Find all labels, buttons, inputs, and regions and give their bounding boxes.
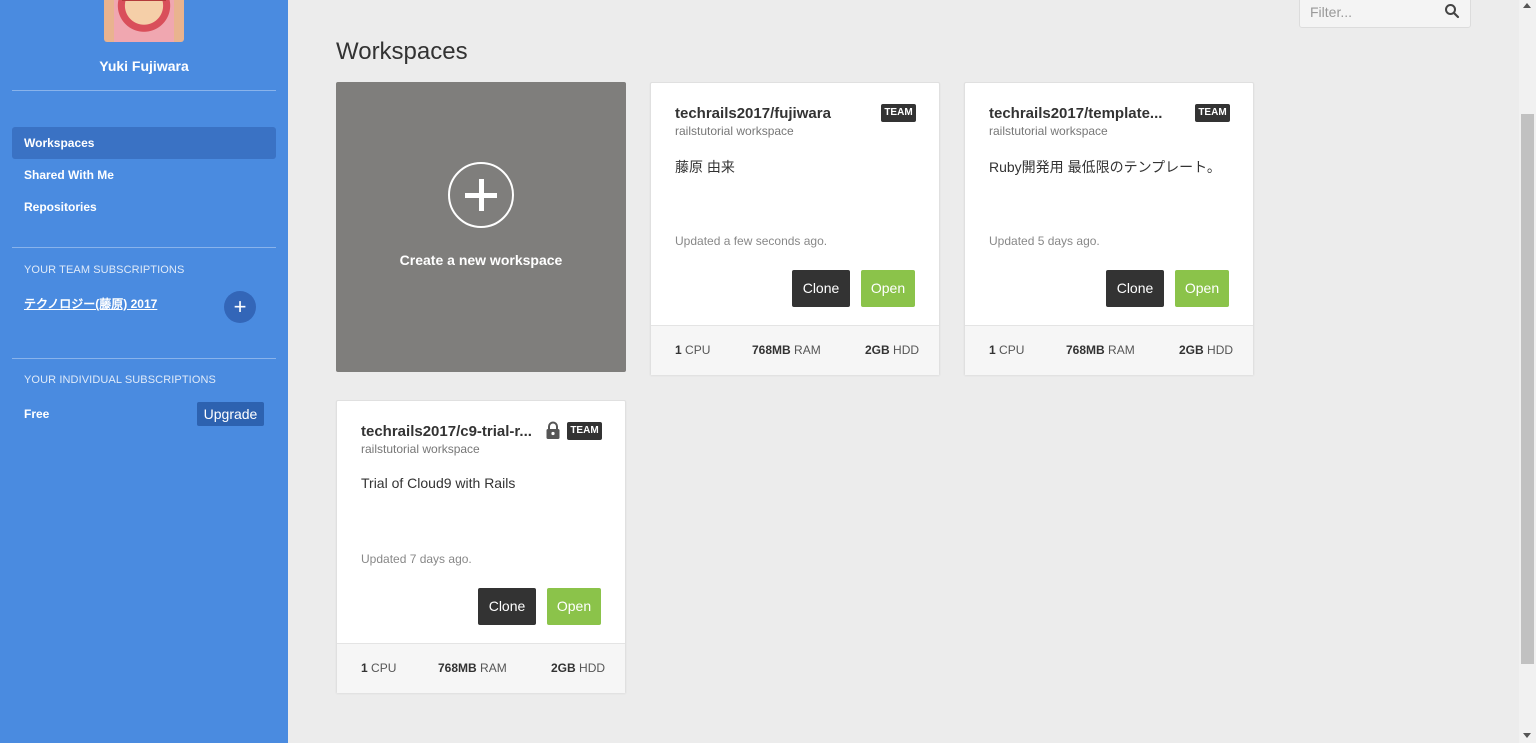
workspace-specs: 1 CPU 768MB RAM 2GB HDD (965, 325, 1253, 375)
plus-icon: + (233, 294, 247, 319)
ram-spec: 768MB RAM (438, 661, 507, 675)
page-scrollbar[interactable] (1519, 0, 1536, 743)
username[interactable]: Yuki Fujiwara (0, 58, 288, 74)
workspace-description: 藤原 由来 (675, 159, 735, 175)
hdd-spec: 2GB HDD (1179, 343, 1234, 357)
workspace-description: Ruby開発用 最低限のテンプレート。 (989, 159, 1221, 175)
sidebar-item-shared-with-me[interactable]: Shared With Me (12, 159, 276, 191)
cpu-spec: 1 CPU (675, 343, 711, 357)
upgrade-button[interactable]: Upgrade (197, 402, 264, 426)
sidebar-item-repositories[interactable]: Repositories (12, 191, 276, 223)
create-workspace-label: Create a new workspace (399, 252, 563, 268)
sidebar: Yuki Fujiwara Workspaces Shared With Me … (0, 0, 288, 743)
plan-name: Free (24, 407, 50, 421)
scrollbar-thumb[interactable] (1521, 114, 1534, 664)
team-subscription-link[interactable]: テクノロジー(藤原) 2017 (24, 295, 157, 312)
cpu-spec: 1 CPU (989, 343, 1025, 357)
sidebar-divider (12, 90, 276, 91)
workspace-name[interactable]: techrails2017/fujiwara (675, 105, 865, 122)
cpu-spec: 1 CPU (361, 661, 397, 675)
workspace-card: techrails2017/fujiwara TEAM railstutoria… (650, 82, 940, 375)
team-badge: TEAM (1195, 104, 1230, 122)
open-button[interactable]: Open (547, 588, 601, 625)
avatar[interactable] (104, 0, 184, 42)
hdd-spec: 2GB HDD (551, 661, 606, 675)
team-badge: TEAM (881, 104, 916, 122)
individual-subscriptions-heading: YOUR INDIVIDUAL SUBSCRIPTIONS (24, 374, 216, 386)
open-button[interactable]: Open (861, 270, 915, 307)
workspace-name[interactable]: techrails2017/c9-trial-r... (361, 423, 533, 440)
add-team-button[interactable]: + (224, 291, 256, 323)
hdd-spec: 2GB HDD (865, 343, 920, 357)
workspace-type: railstutorial workspace (361, 442, 480, 456)
create-workspace-card[interactable]: Create a new workspace (336, 82, 626, 372)
search-icon[interactable] (1444, 2, 1460, 20)
clone-button[interactable]: Clone (792, 270, 850, 307)
workspace-specs: 1 CPU 768MB RAM 2GB HDD (337, 643, 625, 693)
filter-input[interactable] (1310, 0, 1440, 24)
lock-icon (546, 421, 560, 439)
ram-spec: 768MB RAM (1066, 343, 1135, 357)
workspace-updated: Updated 5 days ago. (989, 234, 1100, 248)
open-button[interactable]: Open (1175, 270, 1229, 307)
workspace-type: railstutorial workspace (989, 124, 1108, 138)
workspace-description: Trial of Cloud9 with Rails (361, 475, 516, 491)
workspace-card: techrails2017/template... TEAM railstuto… (964, 82, 1254, 375)
workspace-card: techrails2017/c9-trial-r... TEAM railstu… (336, 400, 626, 693)
avatar-glasses (122, 0, 166, 8)
page-title: Workspaces (336, 38, 468, 65)
sidebar-item-workspaces[interactable]: Workspaces (12, 127, 276, 159)
team-badge: TEAM (567, 422, 602, 440)
plus-circle-icon (448, 162, 514, 228)
team-subscriptions-heading: YOUR TEAM SUBSCRIPTIONS (24, 264, 185, 276)
workspace-updated: Updated 7 days ago. (361, 552, 472, 566)
sidebar-divider (12, 358, 276, 359)
workspace-specs: 1 CPU 768MB RAM 2GB HDD (651, 325, 939, 375)
workspace-type: railstutorial workspace (675, 124, 794, 138)
scroll-down-icon[interactable] (1523, 733, 1531, 738)
workspace-name[interactable]: techrails2017/template... (989, 105, 1179, 122)
clone-button[interactable]: Clone (478, 588, 536, 625)
workspace-updated: Updated a few seconds ago. (675, 234, 828, 248)
filter-box (1299, 0, 1471, 28)
clone-button[interactable]: Clone (1106, 270, 1164, 307)
sidebar-divider (12, 247, 276, 248)
scroll-up-icon[interactable] (1523, 3, 1531, 8)
ram-spec: 768MB RAM (752, 343, 821, 357)
